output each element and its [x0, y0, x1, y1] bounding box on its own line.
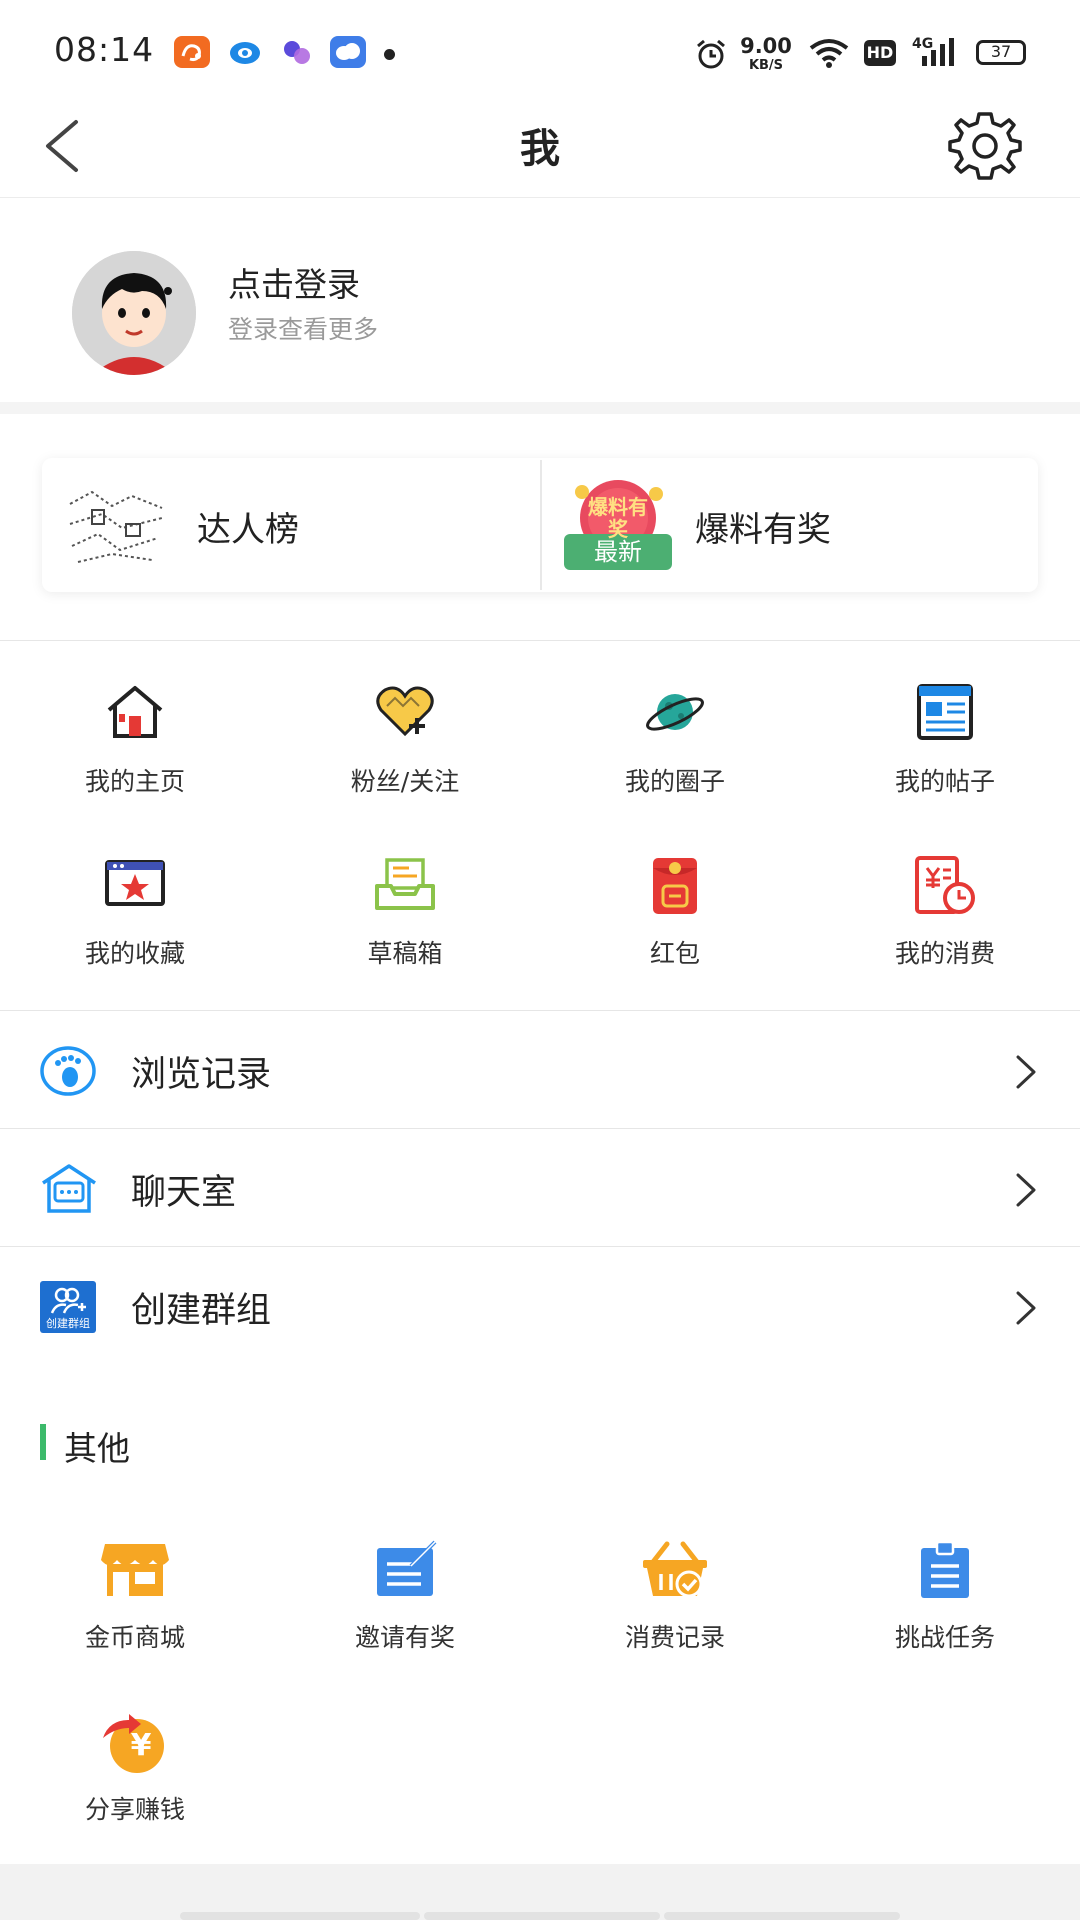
chevron-right-icon — [1016, 1055, 1036, 1089]
avatar[interactable] — [72, 251, 196, 375]
talent-ranking-label: 达人榜 — [197, 510, 299, 550]
banner-cards: 达人榜 爆料有奖 最新 爆料有奖 — [42, 458, 1038, 592]
section-title: 其他 — [64, 1429, 130, 1468]
share-yen-icon: ¥ — [103, 1712, 167, 1776]
grid-label: 我的主页 — [84, 767, 185, 796]
share-yen-symbol: ¥ — [130, 1728, 152, 1763]
grid-item-my-circle[interactable]: 我的圈子 — [540, 684, 810, 798]
clipboard-icon — [913, 1540, 977, 1604]
grid-item-my-posts[interactable]: 我的帖子 — [810, 684, 1080, 798]
grid-label: 挑战任务 — [894, 1623, 995, 1652]
grid-item-my-spending[interactable]: 我的消费 — [810, 856, 1080, 970]
grid-item-invite-reward[interactable]: 邀请有奖 — [270, 1540, 540, 1654]
red-envelope-icon — [643, 856, 707, 920]
settings-button[interactable] — [945, 106, 1025, 190]
divider — [0, 640, 1080, 641]
report-reward-label: 爆料有奖 — [695, 510, 831, 550]
talent-ranking-banner[interactable]: 达人榜 — [42, 458, 540, 592]
heart-plus-icon — [373, 684, 437, 748]
grid-label: 我的收藏 — [84, 939, 185, 968]
battery-level: 37 — [990, 42, 1012, 61]
battery-icon: 37 — [976, 40, 1026, 65]
gear-icon — [948, 112, 1022, 180]
bottom-strip-segment — [424, 1912, 660, 1920]
list-row-browse-history[interactable]: 浏览记录 — [0, 1010, 1080, 1128]
grid-label: 我的帖子 — [894, 767, 995, 796]
chevron-right-icon — [1016, 1173, 1036, 1207]
section-gap — [0, 402, 1080, 414]
login-subtitle: 登录查看更多 — [228, 315, 379, 344]
grid-item-challenge-task[interactable]: 挑战任务 — [810, 1540, 1080, 1654]
grid-label: 金币商城 — [84, 1623, 185, 1652]
list-row-create-group[interactable]: 创建群组 创建群组 — [0, 1246, 1080, 1364]
alarm-icon — [694, 38, 728, 74]
grid-item-my-homepage[interactable]: 我的主页 — [0, 684, 270, 798]
report-reward-art-text: 爆料有奖 — [588, 495, 648, 541]
login-prompt[interactable]: 点击登录 — [228, 258, 360, 306]
bottom-strip — [0, 1864, 1080, 1920]
grid-label: 我的圈子 — [624, 767, 725, 796]
grid-label: 消费记录 — [624, 1623, 725, 1652]
create-group-icon-text: 创建群组 — [46, 1317, 90, 1330]
create-group-icon: 创建群组 — [40, 1281, 96, 1333]
bottom-strip-segment — [180, 1912, 420, 1920]
grid-item-red-packet[interactable]: 红包 — [540, 856, 810, 970]
list-row-label: 浏览记录 — [131, 1055, 272, 1095]
section-accent-bar — [40, 1424, 46, 1460]
grid-item-spending-record[interactable]: 消费记录 — [540, 1540, 810, 1654]
article-icon — [913, 684, 977, 748]
cloud-app-icon — [330, 36, 366, 68]
grid-item-drafts[interactable]: 草稿箱 — [270, 856, 540, 970]
net-speed-unit: KB/S — [748, 58, 784, 73]
net-speed: 9.00 KB/S — [740, 34, 792, 73]
planet-icon — [643, 684, 707, 748]
status-bar: 08:14 9.00 KB/S HD 4G 37 — [0, 0, 1080, 96]
star-window-icon — [103, 856, 167, 920]
grid-label: 粉丝/关注 — [350, 767, 460, 796]
chevron-right-icon — [1016, 1291, 1036, 1325]
home-icon — [103, 684, 167, 748]
grid-label: 我的消费 — [894, 939, 995, 968]
hd-badge-icon: HD — [864, 40, 896, 66]
grid-item-coin-mall[interactable]: 金币商城 — [0, 1540, 270, 1654]
invite-edit-icon — [373, 1540, 437, 1604]
net-speed-value: 9.00 — [740, 34, 792, 58]
uc-browser-icon — [174, 36, 210, 68]
shop-icon — [101, 1540, 169, 1604]
grid-label: 邀请有奖 — [354, 1623, 455, 1652]
talent-ranking-icon — [62, 484, 170, 572]
grid-label: 分享赚钱 — [84, 1795, 185, 1824]
list-row-label: 聊天室 — [131, 1173, 237, 1213]
top-nav-bar: 我 — [0, 96, 1080, 198]
draft-tray-icon — [373, 856, 437, 920]
login-profile-card[interactable]: 点击登录 登录查看更多 — [0, 198, 1080, 402]
grid-item-share-earn[interactable]: ¥ 分享赚钱 — [0, 1712, 270, 1826]
report-reward-icon: 爆料有奖 最新 — [564, 478, 672, 572]
basket-check-icon — [643, 1540, 707, 1604]
list-row-label: 创建群组 — [131, 1291, 272, 1331]
wifi-icon — [808, 38, 850, 72]
report-reward-banner[interactable]: 爆料有奖 最新 爆料有奖 — [540, 458, 1038, 592]
chat-bubble-app-icon — [280, 38, 314, 72]
eye-app-icon — [228, 40, 262, 70]
grid-item-my-favorites[interactable]: 我的收藏 — [0, 856, 270, 970]
page-title: 我 — [520, 126, 560, 172]
new-badge: 最新 — [594, 538, 642, 566]
notification-dot-icon — [384, 49, 395, 60]
grid-item-fans-follow[interactable]: 粉丝/关注 — [270, 684, 540, 798]
bottom-strip-segment — [664, 1912, 900, 1920]
list-row-chat-room[interactable]: 聊天室 — [0, 1128, 1080, 1246]
status-time: 08:14 — [54, 30, 155, 69]
receipt-clock-icon — [913, 856, 977, 920]
hd-badge-label: HD — [866, 43, 894, 62]
footprint-icon — [40, 1045, 96, 1097]
grid-label: 红包 — [649, 939, 700, 968]
chat-house-icon — [40, 1163, 96, 1215]
grid-label: 草稿箱 — [367, 939, 443, 968]
